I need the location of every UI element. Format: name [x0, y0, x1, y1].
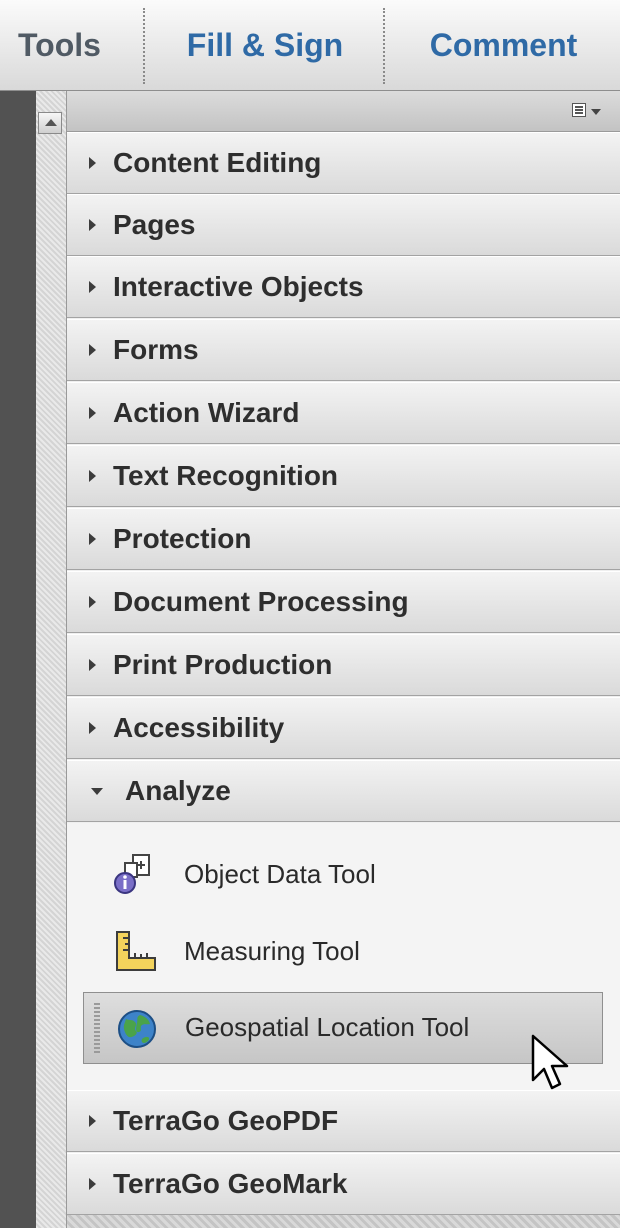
ruler-icon: [116, 931, 156, 971]
tab-separator: [383, 8, 385, 84]
section-label: Document Processing: [113, 586, 409, 617]
expand-arrow-icon: [89, 470, 96, 482]
section-label: Protection: [113, 523, 252, 554]
tool-geospatial-location[interactable]: Geospatial Location Tool: [83, 992, 603, 1064]
section-interactive-objects[interactable]: Interactive Objects: [67, 256, 620, 318]
expand-arrow-icon: [89, 722, 96, 734]
chevron-down-icon: [591, 109, 601, 115]
panel-options-button[interactable]: [572, 102, 608, 122]
panel-header: [67, 91, 620, 132]
section-label: Print Production: [113, 649, 333, 680]
tab-tools[interactable]: Tools: [0, 0, 130, 90]
section-accessibility[interactable]: Accessibility: [67, 697, 620, 759]
section-forms[interactable]: Forms: [67, 319, 620, 381]
section-label: TerraGo GeoPDF: [113, 1105, 339, 1136]
section-analyze[interactable]: Analyze: [67, 760, 620, 822]
section-protection[interactable]: Protection: [67, 508, 620, 570]
section-label: Text Recognition: [113, 460, 339, 491]
list-icon: [572, 103, 586, 117]
section-action-wizard[interactable]: Action Wizard: [67, 382, 620, 444]
document-area-edge: [0, 91, 36, 1228]
object-data-icon: [114, 854, 150, 894]
expand-arrow-icon: [89, 533, 96, 545]
expand-arrow-icon: [89, 1115, 96, 1127]
expand-arrow-icon: [89, 344, 96, 356]
tool-label: Measuring Tool: [184, 936, 360, 966]
expand-arrow-icon: [89, 659, 96, 671]
section-text-recognition[interactable]: Text Recognition: [67, 445, 620, 507]
globe-icon: [118, 1010, 156, 1048]
collapse-arrow-icon: [91, 788, 103, 795]
tool-label: Geospatial Location Tool: [185, 1012, 470, 1042]
expand-arrow-icon: [89, 407, 96, 419]
section-pages[interactable]: Pages: [67, 194, 620, 256]
expand-arrow-icon: [89, 1178, 96, 1190]
section-document-processing[interactable]: Document Processing: [67, 571, 620, 633]
section-label: Analyze: [125, 775, 231, 806]
section-label: Action Wizard: [113, 397, 300, 428]
tab-comment[interactable]: Comment: [387, 0, 620, 90]
tool-label: Object Data Tool: [184, 859, 376, 889]
mouse-cursor-icon: [531, 1034, 569, 1090]
section-label: Forms: [113, 334, 199, 365]
expand-arrow-icon: [89, 596, 96, 608]
section-label: Interactive Objects: [113, 271, 364, 302]
section-terrago-geomark[interactable]: TerraGo GeoMark: [67, 1153, 620, 1215]
expand-arrow-icon: [89, 281, 96, 293]
expand-arrow-icon: [89, 219, 96, 231]
expand-arrow-icon: [89, 157, 96, 169]
section-print-production[interactable]: Print Production: [67, 634, 620, 696]
tab-fill-and-sign[interactable]: Fill & Sign: [147, 0, 383, 90]
panel-bottom-edge: [67, 1215, 620, 1228]
section-label: Content Editing: [113, 147, 322, 178]
section-label: Pages: [113, 209, 196, 240]
tool-object-data[interactable]: Object Data Tool: [83, 839, 603, 909]
scrollbar-track[interactable]: [36, 91, 67, 1228]
drag-grip-icon: [94, 1003, 100, 1053]
top-tab-bar: Tools Fill & Sign Comment: [0, 0, 620, 91]
section-label: Accessibility: [113, 712, 285, 743]
tool-measuring[interactable]: Measuring Tool: [83, 916, 603, 986]
scroll-up-button[interactable]: [38, 112, 62, 134]
arrow-up-icon: [45, 119, 57, 126]
tab-separator: [143, 8, 145, 84]
section-terrago-geopdf[interactable]: TerraGo GeoPDF: [67, 1090, 620, 1152]
section-content-editing[interactable]: Content Editing: [67, 132, 620, 194]
section-label: TerraGo GeoMark: [113, 1168, 348, 1199]
